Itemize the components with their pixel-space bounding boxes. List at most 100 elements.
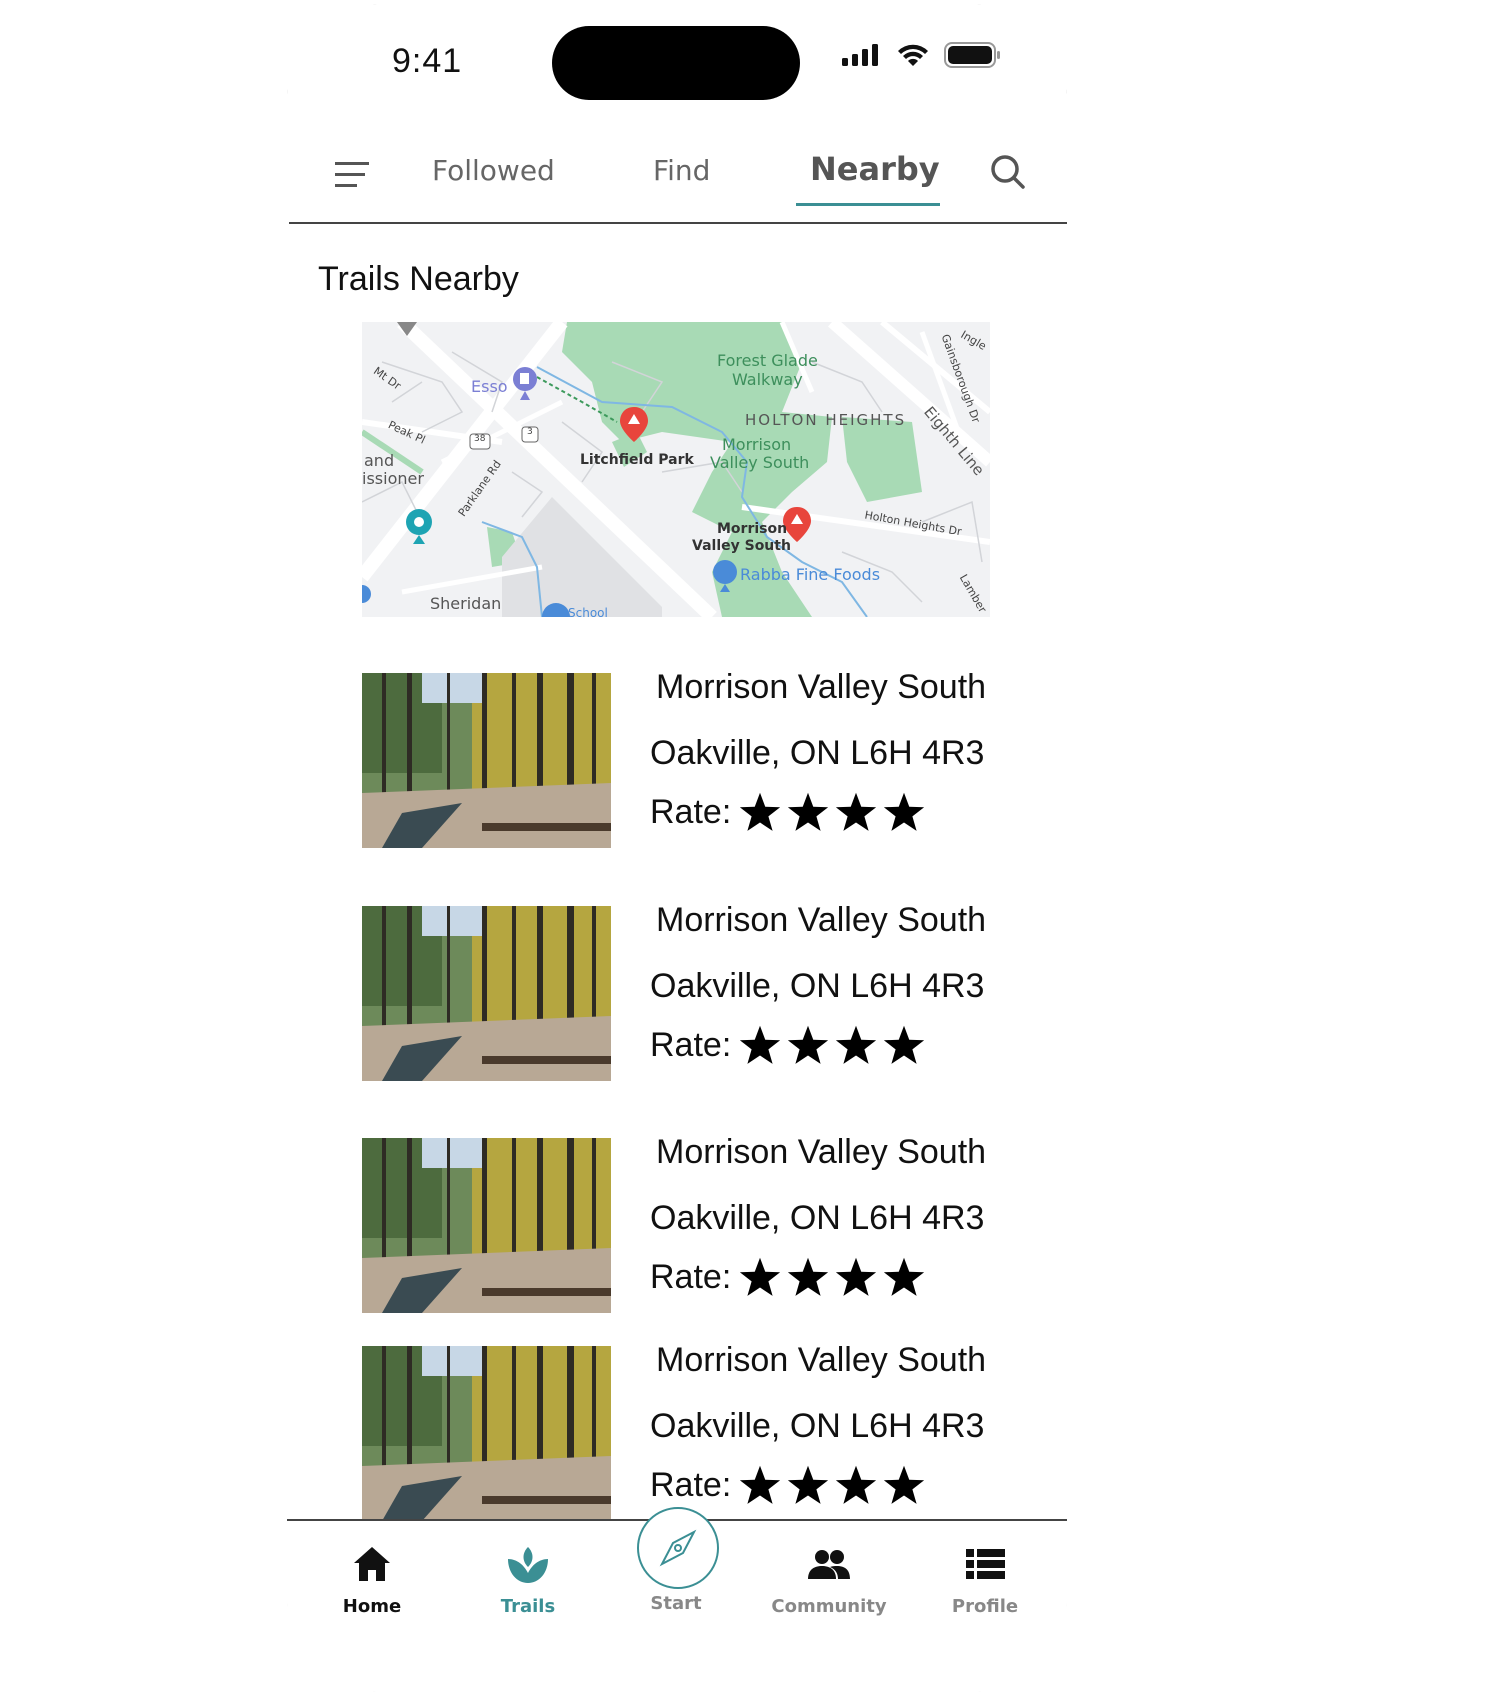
map-label-forest-glade: Forest Glade xyxy=(717,351,818,370)
rate-label: Rate: xyxy=(650,792,732,831)
map-label-esso: Esso xyxy=(471,377,508,396)
trail-list-item[interactable]: Morrison Valley South Oakville, ON L6H 4… xyxy=(362,901,1002,1081)
nav-profile[interactable]: Profile xyxy=(920,1541,1050,1617)
star-rating xyxy=(739,1464,925,1506)
trail-address: Oakville, ON L6H 4R3 xyxy=(650,967,985,1005)
star-rating xyxy=(739,791,925,833)
rate-label: Rate: xyxy=(650,1465,732,1504)
map-label-morrison: Morrison xyxy=(722,435,792,454)
nav-home[interactable]: Home xyxy=(307,1541,437,1617)
status-icons xyxy=(842,42,1002,68)
star-icon xyxy=(740,1257,781,1296)
leaf-icon xyxy=(508,1547,548,1583)
route-3-label: 3 xyxy=(527,427,533,437)
nav-community[interactable]: Community xyxy=(764,1541,894,1617)
star-icon xyxy=(740,1025,781,1064)
star-icon xyxy=(836,1257,877,1296)
trail-photo[interactable] xyxy=(362,673,611,848)
star-icon xyxy=(788,1257,829,1296)
menu-icon[interactable] xyxy=(335,160,369,190)
star-rating xyxy=(739,1256,925,1298)
people-icon xyxy=(808,1550,850,1579)
trail-name[interactable]: Morrison Valley South xyxy=(656,668,986,707)
map-label-sheridan: Sheridan xyxy=(430,594,502,613)
map-base xyxy=(362,322,990,617)
star-icon xyxy=(884,1025,925,1064)
rate-label: Rate: xyxy=(650,1025,732,1064)
nav-trails-label: Trails xyxy=(500,1596,556,1617)
trail-name[interactable]: Morrison Valley South xyxy=(656,901,986,940)
nav-community-label: Community xyxy=(771,1596,887,1617)
tab-followed[interactable]: Followed xyxy=(432,154,555,187)
star-icon xyxy=(788,1465,829,1504)
nav-start[interactable]: Start xyxy=(611,1589,741,1614)
star-icon xyxy=(836,792,877,831)
trail-photo[interactable] xyxy=(362,906,611,1081)
search-icon[interactable] xyxy=(990,154,1026,190)
map-label-litchfield-park: Litchfield Park xyxy=(580,452,694,468)
map-label-valley-south: Valley South xyxy=(710,453,810,472)
trail-pin-icon[interactable] xyxy=(783,507,811,542)
nav-start-label: Start xyxy=(650,1593,702,1614)
map-label-morrison-pin: Morrison xyxy=(717,521,788,537)
map-label-issioner: issioner xyxy=(362,469,424,488)
route-38-label: 38 xyxy=(474,434,486,444)
top-tab-bar: Followed Find Nearby xyxy=(287,144,1067,224)
star-rating xyxy=(739,1024,925,1066)
nav-trails[interactable]: Trails xyxy=(463,1541,593,1617)
home-icon xyxy=(354,1547,390,1581)
map-label-and: and xyxy=(364,451,395,470)
trails-map[interactable]: 38 3 Forest Glade Walkway HOLTON HEIGHTS… xyxy=(362,322,990,617)
active-tab-indicator xyxy=(796,203,940,206)
forest-photo xyxy=(362,1346,611,1521)
trail-photo[interactable] xyxy=(362,1138,611,1313)
trail-rating: Rate: xyxy=(650,1464,925,1506)
bottom-navigation: Home Trails Start Community Profile xyxy=(287,1507,1067,1692)
map-label-rabba: Rabba Fine Foods xyxy=(740,565,881,584)
star-icon xyxy=(884,1465,925,1504)
trail-rating: Rate: xyxy=(650,1024,925,1066)
map-label-valley-south-pin: Valley South xyxy=(692,538,791,554)
trail-address: Oakville, ON L6H 4R3 xyxy=(650,1199,985,1237)
dynamic-island xyxy=(552,26,800,100)
trail-rating: Rate: xyxy=(650,791,925,833)
page-title: Trails Nearby xyxy=(318,260,519,298)
tab-nearby[interactable]: Nearby xyxy=(810,150,940,188)
star-icon xyxy=(740,1465,781,1504)
compass-icon xyxy=(659,1529,697,1567)
trail-name[interactable]: Morrison Valley South xyxy=(656,1341,986,1380)
trail-list-item[interactable]: Morrison Valley South Oakville, ON L6H 4… xyxy=(362,668,1002,848)
tab-find[interactable]: Find xyxy=(653,154,710,187)
star-icon xyxy=(836,1025,877,1064)
star-icon xyxy=(788,1025,829,1064)
tab-divider xyxy=(289,222,1067,224)
nav-profile-label: Profile xyxy=(951,1596,1019,1617)
star-icon xyxy=(884,1257,925,1296)
rate-label: Rate: xyxy=(650,1257,732,1296)
battery-icon xyxy=(944,42,1000,68)
map-label-walkway: Walkway xyxy=(732,370,803,389)
cellular-signal-icon xyxy=(842,44,878,66)
forest-photo xyxy=(362,906,611,1081)
trail-list-item[interactable]: Morrison Valley South Oakville, ON L6H 4… xyxy=(362,1341,1002,1521)
trail-photo[interactable] xyxy=(362,1346,611,1521)
star-icon xyxy=(884,792,925,831)
list-icon xyxy=(966,1549,1005,1579)
wifi-icon xyxy=(898,44,928,66)
map-label-school: School xyxy=(568,606,608,617)
forest-photo xyxy=(362,1138,611,1313)
trail-rating: Rate: xyxy=(650,1256,925,1298)
trail-list-item[interactable]: Morrison Valley South Oakville, ON L6H 4… xyxy=(362,1133,1002,1313)
star-icon xyxy=(836,1465,877,1504)
star-icon xyxy=(788,792,829,831)
forest-photo xyxy=(362,673,611,848)
place-pin-icon[interactable] xyxy=(406,509,432,544)
gas-station-pin-icon[interactable] xyxy=(513,367,537,400)
trail-address: Oakville, ON L6H 4R3 xyxy=(650,1407,985,1445)
start-button[interactable] xyxy=(637,1507,719,1589)
status-time: 9:41 xyxy=(392,42,463,80)
trail-name[interactable]: Morrison Valley South xyxy=(656,1133,986,1172)
trail-address: Oakville, ON L6H 4R3 xyxy=(650,734,985,772)
nav-home-label: Home xyxy=(342,1596,402,1617)
map-label-holton-heights: HOLTON HEIGHTS xyxy=(745,411,907,429)
